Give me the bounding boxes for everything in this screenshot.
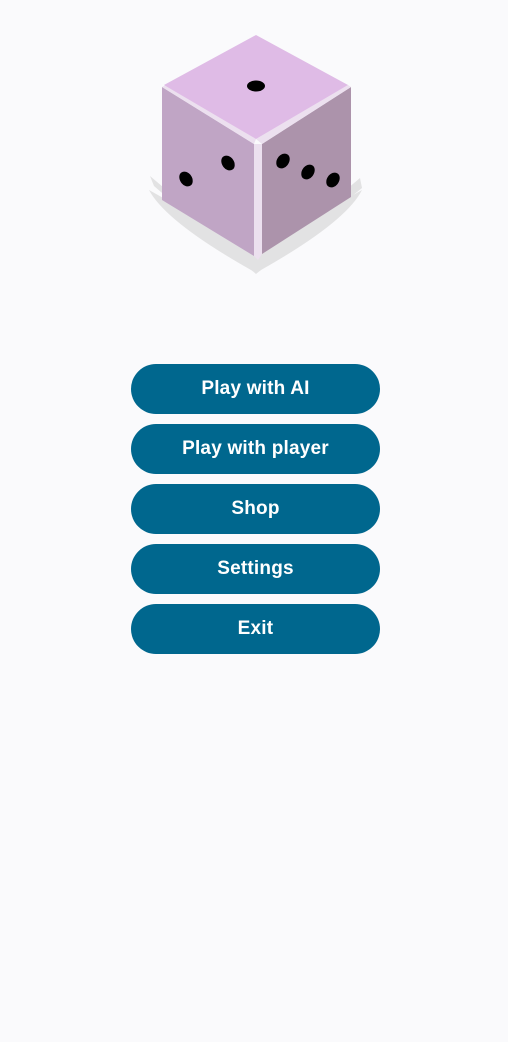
shop-button[interactable]: Shop [131, 484, 380, 534]
main-menu: Play with AI Play with player Shop Setti… [131, 364, 380, 654]
dice-icon [149, 35, 362, 274]
play-with-player-button[interactable]: Play with player [131, 424, 380, 474]
dice-edge-middle [254, 144, 262, 260]
exit-button[interactable]: Exit [131, 604, 380, 654]
dice-pip [247, 80, 265, 92]
dice-logo [146, 32, 366, 276]
play-with-ai-button[interactable]: Play with AI [131, 364, 380, 414]
settings-button[interactable]: Settings [131, 544, 380, 594]
